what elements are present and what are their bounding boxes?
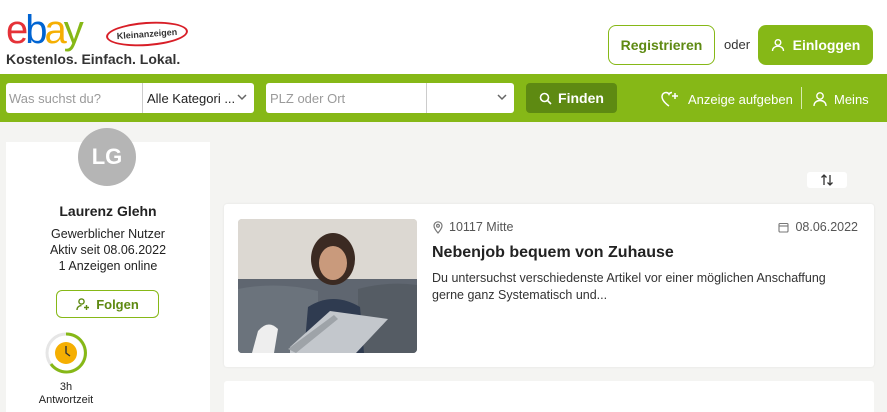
user-name: Laurenz Glehn — [59, 203, 157, 219]
response-time: 3h Antwortzeit — [6, 381, 126, 407]
follow-user-icon — [76, 298, 90, 311]
location-pin-icon — [433, 220, 443, 234]
user-icon — [771, 39, 784, 52]
location-input[interactable]: PLZ oder Ort — [266, 83, 426, 113]
ad-card[interactable]: 10117 Mitte 08.06.2022 Nebenjob bequem v… — [224, 204, 874, 367]
chevron-down-icon — [237, 94, 247, 101]
next-ad-card[interactable] — [224, 381, 874, 412]
search-icon — [539, 92, 552, 105]
profile-sidebar: LG Laurenz Glehn Gewerblicher Nutzer Akt… — [6, 128, 210, 412]
login-label: Einloggen — [792, 37, 861, 53]
heart-plus-icon — [661, 91, 678, 107]
avatar: LG — [78, 128, 136, 186]
find-button[interactable]: Finden — [526, 83, 617, 113]
ebay-wordmark: ebay — [6, 8, 84, 52]
active-since: Aktiv seit 08.06.2022 — [49, 243, 167, 257]
response-time-icon — [45, 332, 87, 374]
mine-link[interactable]: Meins — [812, 88, 869, 110]
mine-label: Meins — [834, 91, 869, 107]
follow-button[interactable]: Folgen — [56, 290, 159, 318]
radius-select[interactable] — [426, 83, 514, 113]
nav-divider — [801, 87, 802, 109]
login-button[interactable]: Einloggen — [758, 25, 873, 65]
user-type: Gewerblicher Nutzer — [51, 227, 165, 241]
user-info: Gewerblicher Nutzer Aktiv seit 08.06.202… — [6, 226, 210, 274]
ad-photo-woman-laptop — [238, 219, 417, 353]
ad-location-text: 10117 Mitte — [449, 220, 514, 234]
user-icon — [813, 92, 827, 107]
find-label: Finden — [558, 90, 604, 106]
search-bar: Was suchst du? Alle Kategori ... PLZ ode… — [0, 74, 887, 122]
calendar-icon — [778, 222, 789, 233]
ebay-kleinanzeigen-logo[interactable]: ebay Kleinanzeigen Kostenlos. Einfach. L… — [6, 8, 206, 68]
ad-date-text: 08.06.2022 — [795, 220, 858, 234]
sort-arrows-icon — [821, 174, 833, 186]
or-label: oder — [724, 37, 751, 52]
sort-button[interactable] — [807, 172, 847, 188]
ad-date: 08.06.2022 — [778, 220, 858, 234]
tagline: Kostenlos. Einfach. Lokal. — [6, 51, 181, 67]
ad-image[interactable] — [238, 219, 417, 353]
category-value: Alle Kategori ... — [147, 90, 236, 106]
post-ad-link[interactable]: Anzeige aufgeben — [660, 88, 793, 110]
register-button[interactable]: Registrieren — [608, 25, 715, 65]
ads-online: 1 Anzeigen online — [58, 259, 158, 273]
chevron-down-icon — [497, 94, 507, 101]
ad-location: 10117 Mitte — [433, 220, 513, 234]
response-time-value: 3h — [59, 381, 73, 393]
ad-title[interactable]: Nebenjob bequem von Zuhause — [432, 244, 674, 262]
site-header: ebay Kleinanzeigen Kostenlos. Einfach. L… — [0, 0, 887, 74]
post-ad-label: Anzeige aufgeben — [688, 91, 793, 107]
follow-label: Folgen — [96, 296, 139, 312]
search-input[interactable]: Was suchst du? — [6, 83, 142, 113]
response-time-label: Antwortzeit — [38, 394, 94, 406]
category-select[interactable]: Alle Kategori ... — [142, 83, 254, 113]
ad-description: Du untersuchst verschiedenste Artikel vo… — [432, 271, 826, 302]
kleinanzeigen-badge: Kleinanzeigen — [105, 19, 189, 49]
